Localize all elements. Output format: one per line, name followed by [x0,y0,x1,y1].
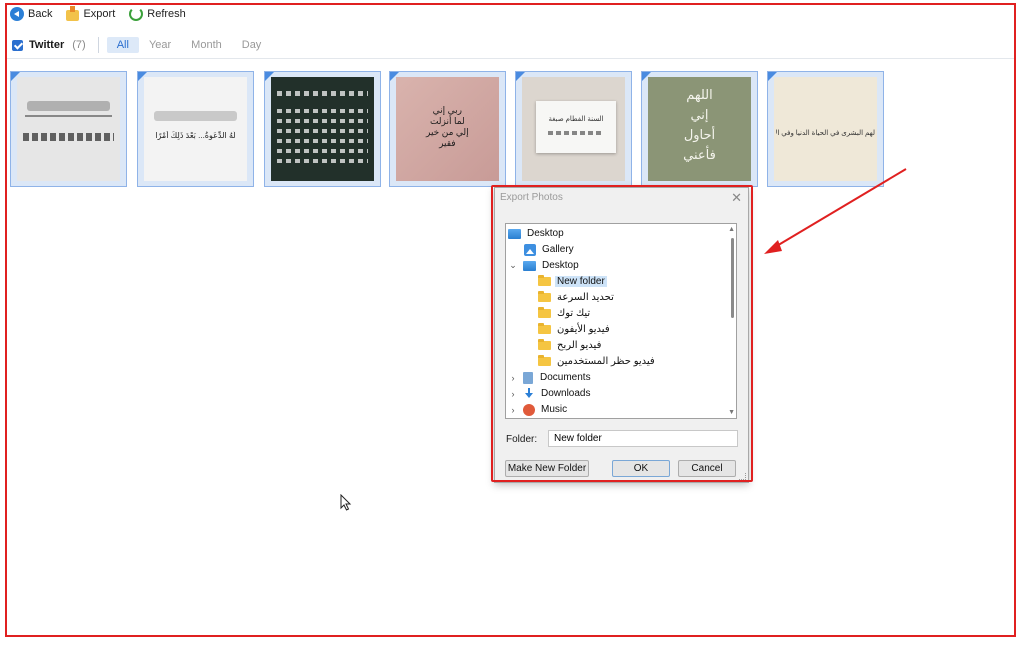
mouse-cursor-icon [340,494,352,511]
annotation-arrow [764,168,907,254]
